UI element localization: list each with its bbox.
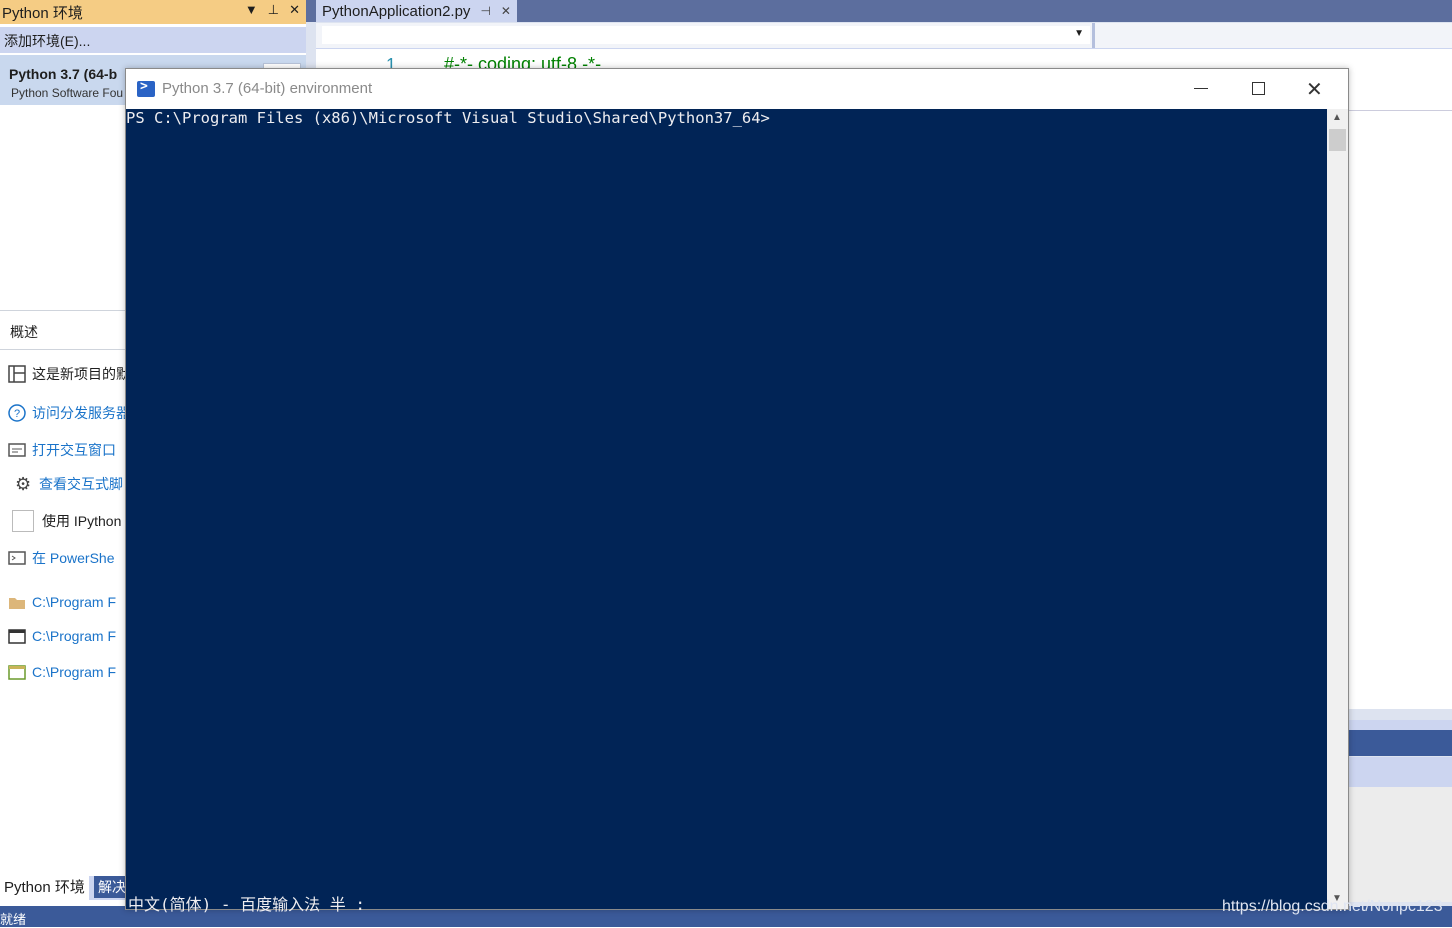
folder-path-link[interactable]: C:\Program F — [8, 591, 116, 613]
document-tab-label: PythonApplication2.py — [322, 2, 471, 20]
pin-panel-icon[interactable]: ⊥ — [268, 2, 279, 18]
open-in-powershell-label: 在 PowerShe — [32, 550, 115, 566]
svg-text:?: ? — [14, 408, 20, 420]
close-button[interactable]: ✕ — [1306, 77, 1323, 101]
folder-path-label: C:\Program F — [32, 594, 117, 610]
powershell-title-bar[interactable]: Python 3.7 (64-bit) environment ✕ — [126, 69, 1348, 109]
use-ipython-checkbox[interactable] — [12, 510, 34, 532]
maximize-button[interactable] — [1252, 82, 1265, 95]
pin-icon[interactable]: ⊣ — [480, 4, 490, 18]
gear-icon: ⚙ — [15, 474, 32, 494]
visit-distributor-label: 访问分发服务器 — [32, 405, 130, 421]
bottom-panel-toolbar — [1348, 757, 1452, 787]
open-interactive-window-label: 打开交互窗口 — [32, 442, 116, 458]
add-environment-label: 添加环境(E)... — [4, 33, 91, 49]
powershell-window[interactable]: Python 3.7 (64-bit) environment ✕ PS C:\… — [125, 68, 1349, 914]
open-interactive-window-link[interactable]: 打开交互窗口 — [8, 439, 116, 461]
editor-divider — [1348, 110, 1452, 141]
powershell-title: Python 3.7 (64-bit) environment — [162, 80, 373, 97]
status-text: 就绪 — [0, 912, 27, 927]
interactive-window-icon — [8, 441, 26, 459]
use-ipython-label: 使用 IPython — [42, 513, 122, 529]
environment-name: Python 3.7 (64-b — [9, 66, 118, 82]
navigation-dropdown[interactable]: ▼ — [322, 26, 1090, 44]
windowed-interpreter-path-link[interactable]: C:\Program F — [8, 661, 116, 683]
scroll-thumb[interactable] — [1329, 129, 1346, 151]
table-icon — [8, 365, 26, 383]
open-in-powershell-link[interactable]: 在 PowerShe — [8, 547, 114, 569]
bottom-panel-header — [1348, 730, 1452, 756]
close-panel-icon[interactable]: ✕ — [289, 2, 300, 18]
window-icon — [8, 627, 26, 645]
interpreter-path-link[interactable]: C:\Program F — [8, 625, 116, 647]
bottom-panel-edge — [1348, 720, 1452, 730]
document-tab[interactable]: PythonApplication2.py ⊣ ✕ — [316, 0, 517, 22]
help-icon: ? — [8, 404, 26, 422]
dropdown-arrow-icon: ▼ — [1074, 28, 1084, 39]
default-environment-row: 这是新项目的默 — [8, 363, 130, 385]
navigation-bar: ▼ — [316, 23, 1452, 49]
overview-label: 概述 — [10, 324, 38, 340]
close-tab-icon[interactable]: ✕ — [501, 4, 511, 18]
navigation-splitter[interactable] — [1092, 23, 1095, 48]
console-scrollbar[interactable]: ▲ ▼ — [1327, 109, 1348, 909]
ime-status: 中文(简体) - 百度输入法 半 : — [128, 895, 366, 914]
tab-python-environments[interactable]: Python 环境 — [0, 876, 89, 900]
minimize-button[interactable] — [1192, 79, 1210, 97]
visit-distributor-link[interactable]: ? 访问分发服务器 — [8, 402, 130, 424]
window-green-icon — [8, 663, 26, 681]
scroll-up-icon[interactable]: ▲ — [1332, 112, 1342, 123]
panel-title: Python 环境 — [2, 4, 83, 22]
watermark: https://blog.csdn.net/Nonpc123 — [1222, 898, 1443, 915]
interpreter-path-label: C:\Program F — [32, 628, 117, 644]
add-environment-button[interactable]: 添加环境(E)... — [0, 27, 306, 53]
default-environment-text: 这是新项目的默 — [32, 366, 130, 382]
use-ipython-option[interactable]: 使用 IPython — [12, 510, 121, 532]
view-interactive-scripts-label: 查看交互式脚 — [39, 476, 123, 492]
console-prompt: PS C:\Program Files (x86)\Microsoft Visu… — [126, 109, 770, 127]
environment-vendor: Python Software Fou — [11, 86, 124, 100]
powershell-console[interactable]: PS C:\Program Files (x86)\Microsoft Visu… — [126, 109, 1327, 914]
folder-icon — [8, 593, 26, 611]
powershell-app-icon — [137, 79, 155, 97]
view-interactive-scripts-link[interactable]: ⚙ 查看交互式脚 — [15, 473, 123, 495]
bottom-panel-content — [1348, 787, 1452, 902]
windowed-interpreter-path-label: C:\Program F — [32, 664, 117, 680]
powershell-icon — [8, 549, 26, 567]
window-position-icon[interactable]: ▼ — [245, 2, 258, 18]
panel-title-bar: Python 环境 ▼ ⊥ ✕ — [0, 0, 306, 24]
